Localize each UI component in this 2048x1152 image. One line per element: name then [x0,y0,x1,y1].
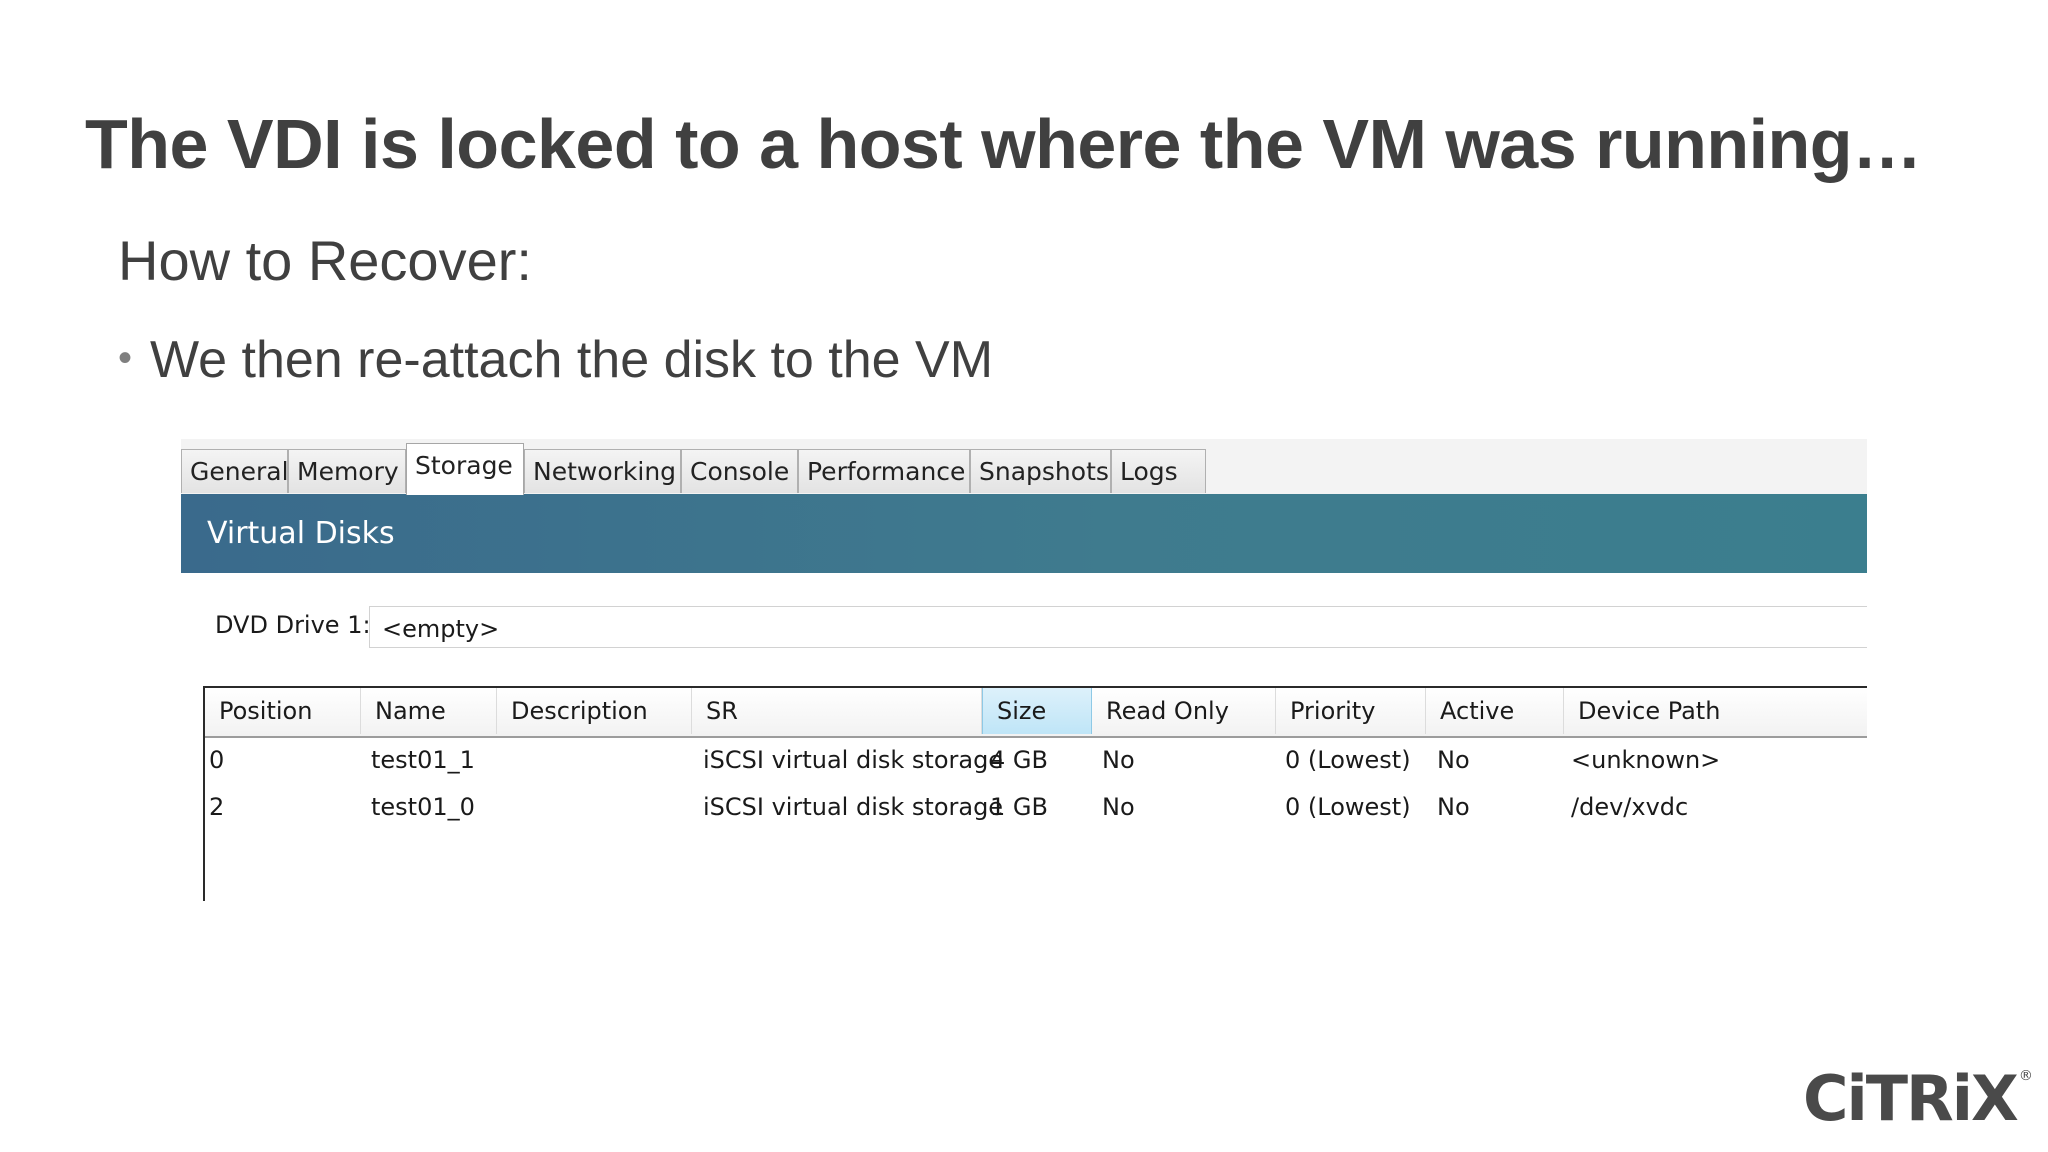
logo-text: CiTRiX [1803,1062,2019,1135]
cell-position: 2 [209,793,225,821]
cell-position: 0 [209,746,225,774]
column-active[interactable]: Active [1426,688,1564,734]
bullet-text: We then re-attach the disk to the VM [150,331,994,389]
column-description[interactable]: Description [497,688,692,734]
column-priority[interactable]: Priority [1276,688,1426,734]
table-row[interactable]: 0 test01_1 iSCSI virtual disk storage 4 … [205,738,1867,784]
bullet-item: • We then re-attach the disk to the VM [118,330,993,390]
column-position[interactable]: Position [205,688,361,734]
column-name[interactable]: Name [361,688,497,734]
storage-panel-screenshot: General Memory Storage Networking Consol… [181,439,1867,901]
table-header: Position Name Description SR Size Read O… [205,688,1867,738]
cell-read-only: No [1102,746,1135,774]
tab-logs[interactable]: Logs [1111,449,1206,493]
column-device-path[interactable]: Device Path [1564,688,1869,734]
tab-general[interactable]: General [181,449,289,493]
cell-size: 4 GB [990,746,1048,774]
cell-sr: iSCSI virtual disk storage [703,746,1004,774]
cell-priority: 0 (Lowest) [1285,793,1411,821]
tab-storage[interactable]: Storage [406,443,524,495]
cell-device-path: /dev/xvdc [1571,793,1689,821]
section-title: Virtual Disks [207,516,395,551]
virtual-disks-table: Position Name Description SR Size Read O… [203,686,1867,901]
tab-snapshots[interactable]: Snapshots [970,449,1111,493]
tab-performance[interactable]: Performance [798,449,970,493]
slide-subtitle: How to Recover: [118,229,532,292]
column-size[interactable]: Size [982,688,1092,734]
registered-mark: ® [2018,1068,2033,1084]
virtual-disks-header: Virtual Disks [181,494,1867,573]
tab-strip: General Memory Storage Networking Consol… [181,439,1867,495]
cell-active: No [1437,793,1470,821]
column-read-only[interactable]: Read Only [1092,688,1276,734]
table-row[interactable]: 2 test01_0 iSCSI virtual disk storage 1 … [205,785,1867,831]
slide-title: The VDI is locked to a host where the VM… [85,105,1922,183]
cell-name: test01_1 [371,746,475,774]
cell-size: 1 GB [990,793,1048,821]
cell-name: test01_0 [371,793,475,821]
tab-memory[interactable]: Memory [288,449,406,493]
cell-priority: 0 (Lowest) [1285,746,1411,774]
tab-console[interactable]: Console [681,449,798,493]
dvd-drive-value: <empty> [382,615,500,643]
cell-device-path: <unknown> [1571,746,1721,774]
cell-read-only: No [1102,793,1135,821]
column-sr[interactable]: SR [692,688,982,734]
cell-active: No [1437,746,1470,774]
dvd-drive-label: DVD Drive 1: [215,611,371,639]
cell-sr: iSCSI virtual disk storage [703,793,1004,821]
tab-networking[interactable]: Networking [524,449,681,493]
citrix-logo: CiTRiX ® [1803,1062,2033,1135]
dvd-drive-select[interactable]: <empty> [369,606,1867,648]
bullet-marker: • [118,336,133,380]
